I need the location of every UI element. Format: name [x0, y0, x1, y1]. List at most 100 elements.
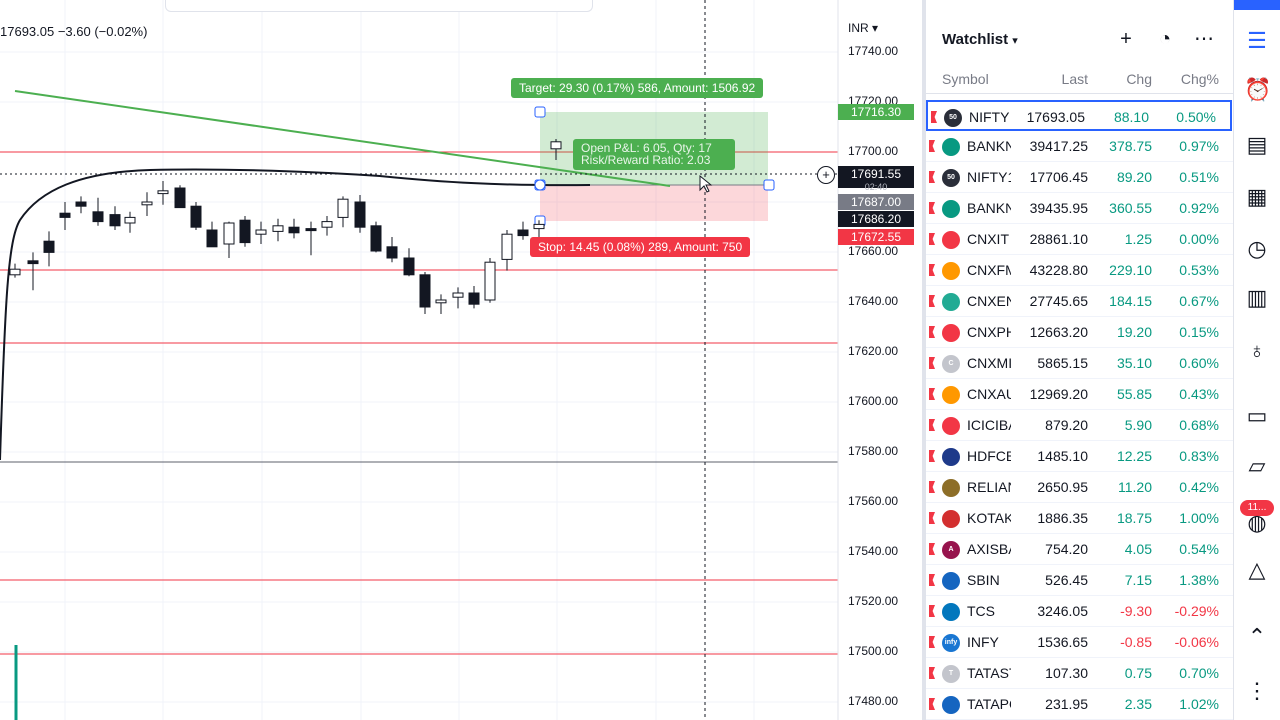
symbol-logo-icon: T — [942, 665, 960, 683]
messages-icon[interactable]: ▱ — [1244, 453, 1270, 479]
column-last[interactable]: Last — [1062, 71, 1088, 87]
trading-panel-icon[interactable]: ⌃ — [1244, 624, 1270, 650]
flag-icon[interactable] — [929, 450, 935, 462]
notifications-bell-icon[interactable]: △ — [1244, 557, 1270, 583]
more-options-icon[interactable]: ⋯ — [1193, 28, 1215, 50]
flag-icon[interactable] — [929, 171, 935, 183]
chart-pane[interactable]: 17693.05 −3.60 (−0.02%) INR ▾ 17740.00 17… — [0, 0, 922, 720]
row-symbol: BANKNIFTY1! — [967, 200, 1011, 216]
watchlist-row[interactable]: 50 NIFTY1! 17706.45 89.20 0.51% — [926, 162, 1233, 193]
currency-selector[interactable]: INR ▾ — [848, 21, 878, 35]
candle-body — [27, 260, 39, 265]
flag-icon[interactable] — [929, 698, 935, 710]
watchlist-row[interactable]: TATAPOWER 231.95 2.35 1.02% — [926, 689, 1233, 720]
chats-icon[interactable]: ▭ — [1244, 403, 1270, 429]
row-last: 1536.65 — [1037, 634, 1088, 650]
row-chg-pct: 0.68% — [1179, 417, 1219, 433]
drag-handle — [534, 106, 546, 118]
candle-body — [517, 229, 529, 237]
flag-icon[interactable] — [929, 574, 935, 586]
row-chg-pct: 0.60% — [1179, 355, 1219, 371]
row-symbol: INFY — [967, 634, 999, 650]
flag-icon[interactable] — [929, 388, 935, 400]
flag-icon[interactable] — [929, 264, 935, 276]
watchlist-row[interactable]: A AXISBANK 754.20 4.05 0.54% — [926, 534, 1233, 565]
candle-body — [550, 141, 562, 150]
column-chg-pct[interactable]: Chg% — [1181, 71, 1219, 87]
watchlist-row[interactable]: 50 NIFTY 17693.05 88.10 0.50% — [926, 100, 1232, 131]
candle-body — [9, 268, 21, 276]
flag-icon[interactable] — [929, 419, 935, 431]
column-symbol[interactable]: Symbol — [942, 71, 989, 87]
watchlist-row[interactable]: KOTAKBANK 1886.35 18.75 1.00% — [926, 503, 1233, 534]
ideas-bulb-icon[interactable]: ♁ — [1244, 338, 1270, 364]
alerts-clock-icon[interactable]: ⏰ — [1244, 77, 1271, 103]
watchlist-row[interactable]: CNXENERGY 27745.65 184.15 0.67% — [926, 286, 1233, 317]
watchlist-row[interactable]: BANKNIFTY 39417.25 378.75 0.97% — [926, 131, 1233, 162]
flag-icon[interactable] — [929, 667, 935, 679]
row-chg-pct: -0.29% — [1174, 603, 1219, 619]
chart-top-toolbar[interactable] — [165, 0, 593, 12]
flag-icon[interactable] — [929, 202, 935, 214]
price-axis-label: 17620.00 — [848, 344, 899, 358]
watchlist-row[interactable]: TCS 3246.05 -9.30 -0.29% — [926, 596, 1233, 627]
watchlist-icon[interactable]: ☰ — [1244, 28, 1270, 54]
watchlist-row[interactable]: T TATASTEEL 107.30 0.75 0.70% — [926, 658, 1233, 689]
symbol-logo-icon — [942, 386, 960, 404]
watchlist-row[interactable]: CNXFMCG 43228.80 229.10 0.53% — [926, 255, 1233, 286]
candle-body — [403, 257, 415, 276]
row-last: 1886.35 — [1037, 510, 1088, 526]
row-chg-pct: -0.06% — [1174, 634, 1219, 650]
watchlist-panel[interactable]: Watchlist ▾ + ◔ ⋯ Symbol Last Chg Chg% 5… — [926, 0, 1233, 720]
flag-icon[interactable] — [929, 605, 935, 617]
watchlist-row[interactable]: C CNXMIDCAP 5865.15 35.10 0.60% — [926, 348, 1233, 379]
flag-icon[interactable] — [929, 326, 935, 338]
hotlists-icon[interactable]: ◷ — [1244, 236, 1270, 262]
object-tree-icon[interactable]: ⋮ — [1244, 678, 1270, 704]
price-chart[interactable] — [0, 0, 922, 720]
watchlist-row[interactable]: ICICIBANK 879.20 5.90 0.68% — [926, 410, 1233, 441]
watchlist-row[interactable]: infy INFY 1536.65 -0.85 -0.06% — [926, 627, 1233, 658]
row-last: 5865.15 — [1037, 355, 1088, 371]
row-chg-pct: 0.15% — [1179, 324, 1219, 340]
candle-body — [337, 198, 349, 218]
watchlist-row[interactable]: RELIANCE 2650.95 11.20 0.42% — [926, 472, 1233, 503]
add-symbol-icon[interactable]: + — [1115, 28, 1137, 50]
flag-icon[interactable] — [929, 543, 935, 555]
row-last: 2650.95 — [1037, 479, 1088, 495]
row-symbol: NIFTY1! — [967, 169, 1011, 185]
row-chg: 360.55 — [1109, 200, 1152, 216]
flag-icon[interactable] — [929, 295, 935, 307]
price-axis-label: 17660.00 — [848, 244, 899, 258]
flag-icon[interactable] — [929, 357, 935, 369]
watchlist-row[interactable]: CNXPHARMA 12663.20 19.20 0.15% — [926, 317, 1233, 348]
add-plus-icon[interactable]: + — [817, 166, 835, 184]
row-chg: 88.10 — [1113, 109, 1149, 125]
flag-icon[interactable] — [931, 111, 937, 123]
watchlist-row[interactable]: BANKNIFTY1! 39435.95 360.55 0.92% — [926, 193, 1233, 224]
flag-icon[interactable] — [929, 481, 935, 493]
news-icon[interactable]: ▤ — [1244, 132, 1270, 158]
candle-body — [370, 225, 382, 252]
last-price-value: 17691.55 — [850, 167, 902, 181]
candle-body — [190, 205, 202, 228]
advanced-view-icon[interactable]: ◔ — [1154, 28, 1176, 50]
streams-icon[interactable]: ◍ — [1244, 510, 1270, 536]
flag-icon[interactable] — [929, 140, 935, 152]
flag-icon[interactable] — [929, 512, 935, 524]
watchlist-row[interactable]: HDFCBANK 1485.10 12.25 0.83% — [926, 441, 1233, 472]
watchlist-row[interactable]: CNXAUTO 12969.20 55.85 0.43% — [926, 379, 1233, 410]
watchlist-row[interactable]: CNXIT 28861.10 1.25 0.00% — [926, 224, 1233, 255]
flag-icon[interactable] — [929, 233, 935, 245]
watchlist-row[interactable]: SBIN 526.45 7.15 1.38% — [926, 565, 1233, 596]
data-window-icon[interactable]: ▦ — [1244, 184, 1270, 210]
candle-body — [533, 223, 545, 230]
calendar-icon[interactable]: ▥ — [1244, 285, 1270, 311]
row-symbol: CNXENERGY — [967, 293, 1011, 309]
symbol-logo-icon — [942, 448, 960, 466]
column-chg[interactable]: Chg — [1126, 71, 1152, 87]
flag-icon[interactable] — [929, 636, 935, 648]
symbol-logo-icon — [942, 200, 960, 218]
candle-body — [239, 219, 251, 244]
watchlist-title[interactable]: Watchlist ▾ — [942, 31, 1018, 48]
